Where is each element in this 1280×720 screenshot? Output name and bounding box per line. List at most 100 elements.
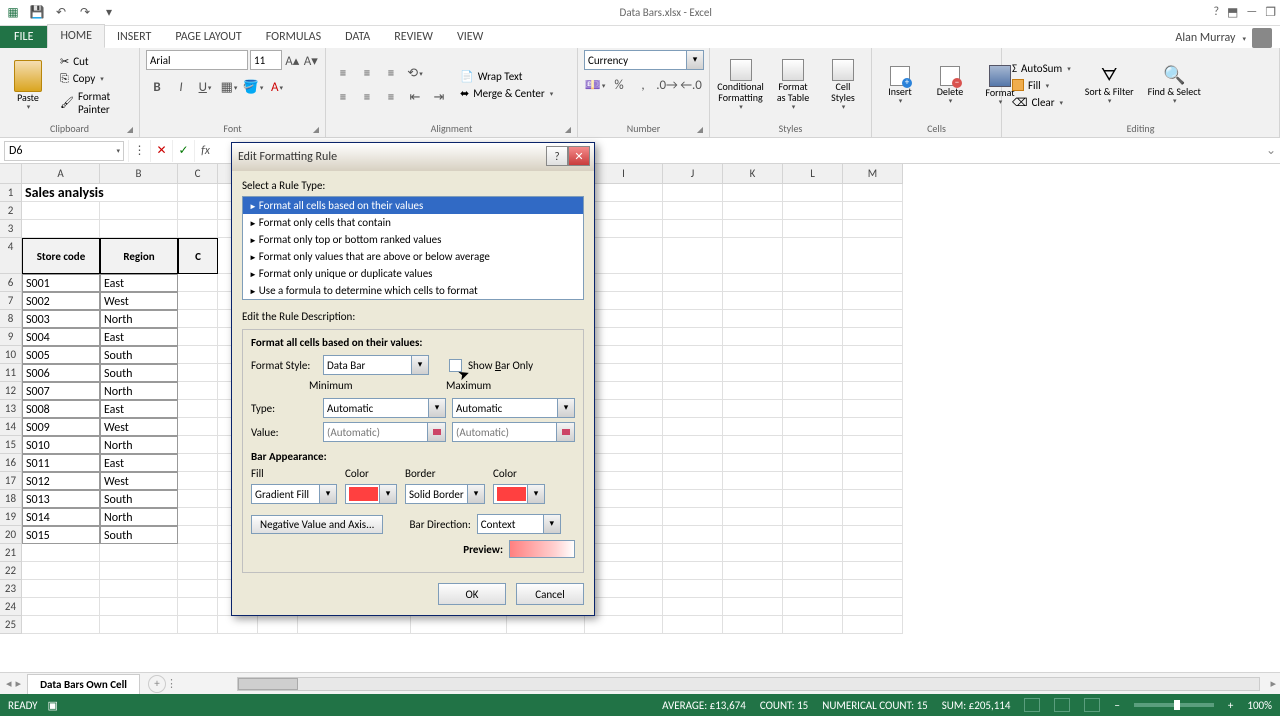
- page-break-view-icon[interactable]: [1084, 698, 1100, 712]
- max-type-select[interactable]: Automatic: [452, 398, 575, 418]
- row-header[interactable]: 21: [0, 544, 22, 562]
- find-select-button[interactable]: 🔍Find & Select▾: [1144, 52, 1205, 118]
- undo-icon[interactable]: ↶: [52, 4, 70, 22]
- align-middle-icon[interactable]: ≡: [356, 62, 378, 84]
- horizontal-scrollbar[interactable]: [237, 677, 1260, 691]
- format-style-select[interactable]: Data Bar: [323, 355, 429, 375]
- dialog-close-button[interactable]: ✕: [568, 146, 590, 166]
- table-cell[interactable]: West: [100, 418, 178, 436]
- number-launcher-icon[interactable]: ◢: [697, 125, 703, 135]
- table-cell[interactable]: S010: [22, 436, 100, 454]
- formula-expand-icon[interactable]: ⌄: [1262, 143, 1280, 158]
- help-icon[interactable]: ?: [1213, 5, 1219, 20]
- insert-cells-button[interactable]: Insert▾: [878, 52, 922, 118]
- paste-button[interactable]: Paste▾: [6, 52, 50, 118]
- align-center-icon[interactable]: ≡: [356, 86, 378, 108]
- row-header[interactable]: 17: [0, 472, 22, 490]
- font-name-select[interactable]: [146, 50, 248, 70]
- fill-color-select[interactable]: [345, 484, 397, 504]
- row-header[interactable]: 18: [0, 490, 22, 508]
- rule-type-item[interactable]: Format only values that are above or bel…: [243, 248, 583, 265]
- table-cell[interactable]: North: [100, 436, 178, 454]
- cancel-edit-icon[interactable]: ✕: [150, 140, 172, 162]
- fx-icon[interactable]: fx: [194, 140, 216, 162]
- tab-review[interactable]: REVIEW: [382, 26, 445, 48]
- sheet-nav-next-icon[interactable]: ▸: [16, 677, 22, 690]
- font-color-button[interactable]: A▾: [266, 76, 288, 98]
- table-cell[interactable]: S015: [22, 526, 100, 544]
- increase-decimal-icon[interactable]: .0→: [656, 74, 678, 96]
- table-cell[interactable]: West: [100, 292, 178, 310]
- rule-type-item[interactable]: Use a formula to determine which cells t…: [243, 282, 583, 299]
- add-sheet-button[interactable]: +: [148, 675, 166, 693]
- decrease-font-icon[interactable]: A▾: [303, 50, 320, 72]
- row-header[interactable]: 25: [0, 616, 22, 634]
- range-picker-icon[interactable]: [427, 423, 445, 441]
- decrease-decimal-icon[interactable]: ←.0: [680, 74, 702, 96]
- max-value-input[interactable]: (Automatic): [452, 422, 575, 442]
- tab-data[interactable]: DATA: [333, 26, 382, 48]
- row-header[interactable]: 24: [0, 598, 22, 616]
- align-right-icon[interactable]: ≡: [380, 86, 402, 108]
- user-avatar-icon[interactable]: [1252, 28, 1272, 48]
- row-header[interactable]: 1: [0, 184, 22, 202]
- format-painter-button[interactable]: 🖌 Format Painter: [56, 89, 133, 117]
- table-cell[interactable]: S001: [22, 274, 100, 292]
- table-cell[interactable]: S008: [22, 400, 100, 418]
- rule-type-item[interactable]: Format only top or bottom ranked values: [243, 231, 583, 248]
- scroll-right-icon[interactable]: ▸: [1266, 677, 1280, 690]
- cell-styles-button[interactable]: Cell Styles▾: [821, 52, 865, 118]
- table-cell[interactable]: S009: [22, 418, 100, 436]
- column-header[interactable]: K: [723, 164, 783, 184]
- row-header[interactable]: 16: [0, 454, 22, 472]
- redo-icon[interactable]: ↷: [76, 4, 94, 22]
- row-header[interactable]: 9: [0, 328, 22, 346]
- dialog-help-button[interactable]: ?: [546, 146, 568, 166]
- cut-button[interactable]: ✂ Cut: [56, 54, 133, 69]
- table-cell[interactable]: East: [100, 274, 178, 292]
- column-header[interactable]: L: [783, 164, 843, 184]
- rule-type-list[interactable]: Format all cells based on their valuesFo…: [242, 196, 584, 300]
- bar-direction-select[interactable]: Context: [477, 514, 561, 534]
- file-tab[interactable]: FILE: [0, 26, 47, 48]
- table-cell[interactable]: S002: [22, 292, 100, 310]
- table-header[interactable]: C: [178, 238, 218, 274]
- merge-center-button[interactable]: ⬌ Merge & Center▾: [456, 86, 557, 101]
- underline-button[interactable]: U▾: [194, 76, 216, 98]
- fill-color-button[interactable]: 🪣▾: [242, 76, 264, 98]
- negative-value-axis-button[interactable]: Negative Value and Axis...: [251, 515, 383, 534]
- autosum-button[interactable]: Σ AutoSum▾: [1008, 61, 1075, 76]
- table-cell[interactable]: East: [100, 400, 178, 418]
- table-cell[interactable]: S005: [22, 346, 100, 364]
- min-type-select[interactable]: Automatic: [323, 398, 446, 418]
- table-cell[interactable]: S014: [22, 508, 100, 526]
- tab-insert[interactable]: INSERT: [105, 26, 163, 48]
- conditional-formatting-button[interactable]: Conditional Formatting▾: [716, 52, 765, 118]
- confirm-edit-icon[interactable]: ✓: [172, 140, 194, 162]
- column-header[interactable]: A: [22, 164, 100, 184]
- indent-inc-icon[interactable]: ⇥: [428, 86, 450, 108]
- increase-font-icon[interactable]: A▴: [284, 50, 301, 72]
- tab-formulas[interactable]: FORMULAS: [254, 26, 333, 48]
- user-name[interactable]: Alan Murray: [1175, 31, 1235, 45]
- table-cell[interactable]: South: [100, 364, 178, 382]
- table-cell[interactable]: S012: [22, 472, 100, 490]
- table-cell[interactable]: North: [100, 508, 178, 526]
- ribbon-collapse-icon[interactable]: ⬒: [1227, 5, 1238, 20]
- accounting-format-icon[interactable]: 💷▾: [584, 74, 606, 96]
- orientation-icon[interactable]: ⟲▾: [404, 62, 426, 84]
- macro-record-icon[interactable]: ▣: [48, 699, 58, 712]
- border-color-select[interactable]: [493, 484, 545, 504]
- table-header[interactable]: Region: [100, 238, 178, 274]
- zoom-out-icon[interactable]: −: [1114, 699, 1119, 712]
- comma-format-icon[interactable]: ,: [632, 74, 654, 96]
- cancel-button[interactable]: Cancel: [516, 583, 584, 605]
- column-header[interactable]: C: [178, 164, 218, 184]
- table-cell[interactable]: South: [100, 490, 178, 508]
- row-header[interactable]: 10: [0, 346, 22, 364]
- table-cell[interactable]: S003: [22, 310, 100, 328]
- number-format-select[interactable]: Currency: [584, 50, 704, 70]
- table-cell[interactable]: East: [100, 454, 178, 472]
- name-box-split-icon[interactable]: ⋮: [128, 140, 150, 162]
- row-header[interactable]: 20: [0, 526, 22, 544]
